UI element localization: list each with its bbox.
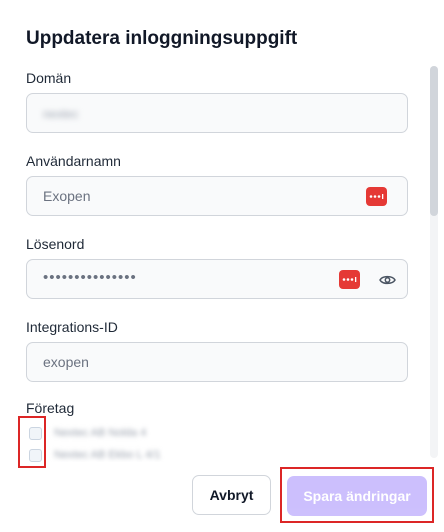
company-name: Nextec AB Nolda 4 <box>54 427 147 439</box>
update-credential-dialog: Uppdatera inloggningsuppgift Domän nexte… <box>0 0 444 532</box>
domain-label: Domän <box>26 70 72 86</box>
dialog-title: Uppdatera inloggningsuppgift <box>26 28 298 49</box>
companies-label: Företag <box>26 400 75 416</box>
integration-id-label: Integrations-ID <box>26 319 118 335</box>
checkbox-highlight <box>18 416 46 468</box>
integration-id-field[interactable]: exopen <box>26 342 408 382</box>
domain-field[interactable]: nextec <box>26 93 408 133</box>
cancel-button[interactable]: Avbryt <box>192 475 271 515</box>
company-name: Nextec AB Ekbo L 4/1 <box>54 449 161 461</box>
integration-id-value: exopen <box>43 354 89 370</box>
username-label: Användarnamn <box>26 153 121 169</box>
password-label: Lösenord <box>26 236 85 252</box>
password-manager-icon[interactable] <box>339 270 360 289</box>
company-list: Nextec AB Nolda 4 Nextec AB Ekbo L 4/1 <box>26 422 161 462</box>
form-scrollbar[interactable] <box>430 66 438 458</box>
company-item[interactable]: Nextec AB Ekbo L 4/1 <box>26 444 161 462</box>
save-button-highlight <box>280 467 434 523</box>
password-manager-icon[interactable] <box>366 187 387 206</box>
credential-form: Domän nextec Användarnamn Exopen Lösenor… <box>0 62 430 462</box>
username-field[interactable]: Exopen <box>26 176 408 216</box>
password-value: ••••••••••••••• <box>43 269 137 286</box>
username-value: Exopen <box>43 188 91 204</box>
scrollbar-thumb[interactable] <box>430 66 438 216</box>
domain-value: nextec <box>43 107 79 121</box>
eye-icon[interactable] <box>377 270 397 290</box>
company-item[interactable]: Nextec AB Nolda 4 <box>26 422 161 444</box>
password-field[interactable]: ••••••••••••••• <box>26 259 408 299</box>
